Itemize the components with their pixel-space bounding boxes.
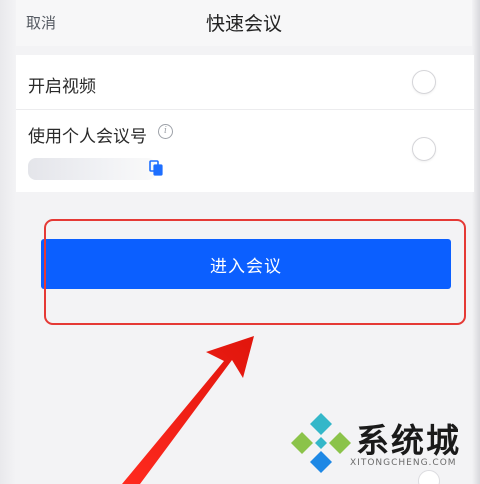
enter-meeting-button[interactable]: 进入会议 xyxy=(41,239,451,289)
info-icon[interactable]: i xyxy=(158,124,173,139)
watermark-logo-icon xyxy=(291,413,351,473)
page-title: 快速会议 xyxy=(205,13,282,35)
pmi-setting-label: 使用个人会议号 xyxy=(28,127,147,147)
annotation-arrow-shape xyxy=(122,336,254,484)
pmi-toggle[interactable] xyxy=(412,137,436,161)
left-edge-shadow xyxy=(0,0,16,484)
enter-meeting-label: 进入会议 xyxy=(210,256,282,277)
app-screen: 取消 快速会议 开启视频 使用个人会议号 i 进入会议 系统城 XITONGCH… xyxy=(0,0,480,484)
pmi-setting-row[interactable]: 使用个人会议号 i xyxy=(16,110,474,192)
nav-header: 取消 快速会议 xyxy=(16,0,472,46)
video-setting-label: 开启视频 xyxy=(28,77,96,97)
watermark-subtext: XITONGCHENG.COM xyxy=(350,458,457,468)
meeting-settings-card: 开启视频 使用个人会议号 i xyxy=(16,55,474,192)
video-setting-row[interactable]: 开启视频 xyxy=(16,55,474,110)
watermark: 系统城 XITONGCHENG.COM xyxy=(288,408,478,480)
copy-icon[interactable] xyxy=(149,160,163,176)
video-toggle[interactable] xyxy=(412,70,436,94)
pmi-number-redacted xyxy=(28,158,156,180)
watermark-text: 系统城 xyxy=(356,421,461,460)
